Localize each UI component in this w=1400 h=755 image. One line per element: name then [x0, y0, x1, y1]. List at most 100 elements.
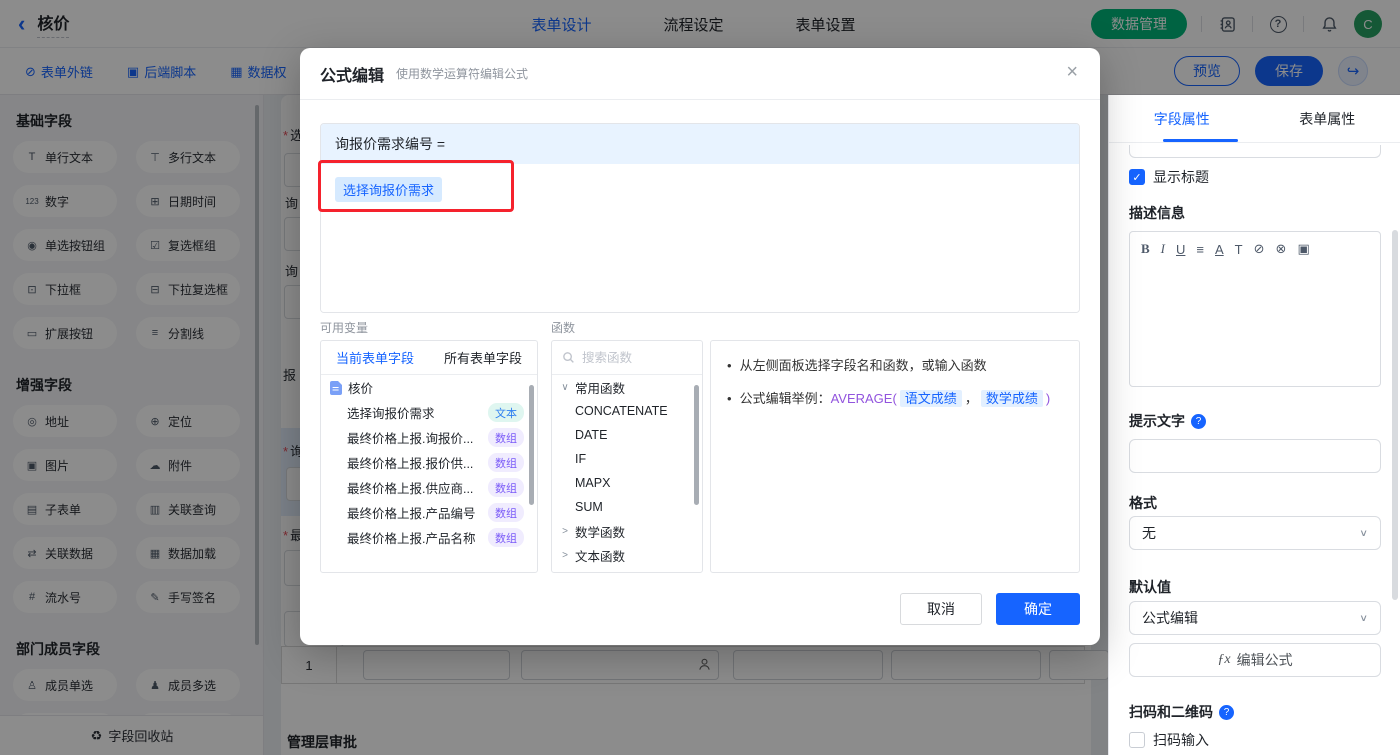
hint-text-input[interactable] [1129, 439, 1381, 473]
hint-text: 提示文字 [1129, 413, 1185, 429]
tab-all-form-fields[interactable]: 所有表单字段 [429, 341, 537, 374]
function-search-input[interactable] [582, 350, 682, 365]
group-label: 常用函数 [575, 381, 626, 396]
function-item-date[interactable]: DATE [552, 423, 702, 447]
function-group-math[interactable]: > 数学函数 [552, 519, 702, 543]
function-item-concatenate[interactable]: CONCATENATE [552, 399, 702, 423]
modal-subtitle: 使用数学运算符编辑公式 [396, 67, 529, 81]
function-name: IF [575, 452, 587, 466]
tip-line-2: • 公式编辑举例：AVERAGE(语文成绩，数学成绩) [727, 389, 1063, 409]
scan-help-icon[interactable]: ? [1219, 704, 1234, 720]
default-value-label: 默认值 [1129, 579, 1171, 595]
type-badge: 数组 [488, 478, 524, 497]
formula-block: 询报价需求编号 = 选择询报价需求 [320, 123, 1080, 313]
variable-name: 最终价格上报.询报价... [347, 432, 474, 446]
variable-item[interactable]: 选择询报价需求 文本 [321, 400, 537, 425]
function-group-text[interactable]: > 文本函数 [552, 543, 702, 567]
formula-target-bar: 询报价需求编号 = [321, 124, 1079, 164]
example-field-chip: 语文成绩 [899, 389, 962, 407]
check-icon: ✓ [1132, 171, 1142, 184]
description-editor[interactable]: B I U ≡ A T ⊘ ⊗ ▣ [1129, 231, 1381, 387]
variable-name: 最终价格上报.报价供... [347, 457, 474, 471]
variable-item[interactable]: 最终价格上报.询报价... 数组 [321, 425, 537, 450]
tab-current-form-fields[interactable]: 当前表单字段 [321, 341, 429, 374]
align-icon[interactable]: ≡ [1196, 242, 1204, 257]
function-item-sum[interactable]: SUM [552, 495, 702, 519]
formula-field-chip[interactable]: 选择询报价需求 [335, 177, 443, 202]
modal-header: 公式编辑 使用数学运算符编辑公式 × [300, 48, 1100, 100]
bullet: • [727, 390, 732, 406]
show-title-checkbox[interactable]: ✓ [1129, 169, 1145, 185]
format-select[interactable]: 无 ∨ [1129, 516, 1381, 550]
variables-scrollbar[interactable] [529, 385, 534, 505]
variable-item[interactable]: 最终价格上报.报价供... 数组 [321, 450, 537, 475]
formula-editor[interactable]: 选择询报价需求 [321, 164, 1079, 312]
scan-qrcode-label: 扫码和二维码 ? [1129, 702, 1234, 722]
functions-label: 函数 [551, 321, 576, 335]
variable-item[interactable]: 最终价格上报.产品编号 数组 [321, 500, 537, 525]
variable-item[interactable]: 最终价格上报.供应商... 数组 [321, 475, 537, 500]
default-value-select[interactable]: 公式编辑 ∨ [1129, 601, 1381, 635]
function-item-mapx[interactable]: MAPX [552, 471, 702, 495]
underline-icon[interactable]: U [1176, 242, 1185, 257]
variables-label: 可用变量 [320, 321, 369, 335]
panel-scrollbar[interactable] [1392, 230, 1398, 600]
example-function: AVERAGE( [830, 390, 897, 406]
variable-name: 选择询报价需求 [347, 407, 435, 421]
caret-right-icon: > [562, 525, 568, 537]
type-badge: 文本 [488, 403, 524, 422]
default-value: 公式编辑 [1142, 610, 1198, 626]
function-name: MAPX [575, 476, 611, 490]
image-icon[interactable]: ▣ [1297, 241, 1309, 257]
show-title-label: 显示标题 [1153, 169, 1209, 185]
functions-scrollbar[interactable] [694, 385, 699, 505]
function-group-common[interactable]: ∨ 常用函数 [552, 375, 702, 399]
edit-formula-button[interactable]: ƒx 编辑公式 [1129, 643, 1381, 677]
variables-panel: 当前表单字段 所有表单字段 核价 选择询报价需求 文本 最终价格上报.询报价...… [320, 340, 538, 573]
form-doc-icon [330, 380, 342, 395]
cancel-button[interactable]: 取消 [900, 593, 982, 625]
hint-help-icon[interactable]: ? [1191, 413, 1206, 429]
unlink-icon[interactable]: ⊗ [1276, 241, 1287, 257]
link-icon[interactable]: ⊘ [1254, 241, 1265, 257]
search-icon [563, 352, 574, 363]
property-panel: 字段属性 表单属性 ✓ 显示标题 描述信息 B I U ≡ A T ⊘ ⊗ ▣ … [1108, 95, 1400, 755]
variable-item[interactable]: 最终价格上报.产品名称 数组 [321, 525, 537, 550]
rich-text-toolbar: B I U ≡ A T ⊘ ⊗ ▣ [1130, 232, 1380, 266]
description-label: 描述信息 [1129, 205, 1185, 221]
variables-tabs: 当前表单字段 所有表单字段 [321, 341, 537, 375]
group-label: 文本函数 [575, 549, 626, 564]
truncated-input-fragment[interactable] [1129, 145, 1381, 158]
scan-text: 扫码和二维码 [1129, 704, 1213, 720]
format-label: 格式 [1129, 495, 1157, 511]
tab-form-properties[interactable]: 表单属性 [1255, 95, 1400, 142]
function-search [552, 341, 702, 375]
italic-icon[interactable]: I [1161, 241, 1165, 257]
close-icon[interactable]: × [1066, 62, 1078, 82]
property-tabs: 字段属性 表单属性 [1109, 95, 1400, 143]
font-size-icon[interactable]: T [1235, 242, 1243, 257]
formula-edit-modal: 公式编辑 使用数学运算符编辑公式 × 询报价需求编号 = 选择询报价需求 可用变… [300, 48, 1100, 645]
function-name: CONCATENATE [575, 404, 668, 418]
type-badge: 数组 [488, 428, 524, 447]
function-item-if[interactable]: IF [552, 447, 702, 471]
bullet: • [727, 358, 732, 373]
caret-right-icon: > [562, 549, 568, 561]
app-root: ‹ 核价 表单设计 流程设定 表单设置 数据管理 ? C ⊘ 表单外链 ▣ 后端… [0, 0, 1400, 755]
confirm-button[interactable]: 确定 [996, 593, 1080, 625]
variable-name: 最终价格上报.产品编号 [347, 507, 476, 521]
variable-name: 最终价格上报.供应商... [347, 482, 474, 496]
active-tab-underline [1163, 139, 1238, 142]
tab-field-properties[interactable]: 字段属性 [1109, 95, 1255, 142]
tip-example: 公式编辑举例：AVERAGE(语文成绩，数学成绩) [740, 389, 1050, 409]
tips-panel: • 从左侧面板选择字段名和函数，或输入函数 • 公式编辑举例：AVERAGE(语… [710, 340, 1080, 573]
tips-content: • 从左侧面板选择字段名和函数，或输入函数 • 公式编辑举例：AVERAGE(语… [711, 341, 1079, 436]
example-field-chip: 数学成绩 [980, 389, 1043, 407]
tip-line-1: • 从左侧面板选择字段名和函数，或输入函数 [727, 356, 1063, 376]
bold-icon[interactable]: B [1141, 241, 1150, 257]
variable-name: 最终价格上报.产品名称 [347, 532, 476, 546]
font-color-icon[interactable]: A [1215, 242, 1224, 257]
function-name: SUM [575, 500, 603, 514]
variables-tree-root[interactable]: 核价 [321, 375, 537, 400]
scan-input-checkbox[interactable] [1129, 732, 1145, 748]
